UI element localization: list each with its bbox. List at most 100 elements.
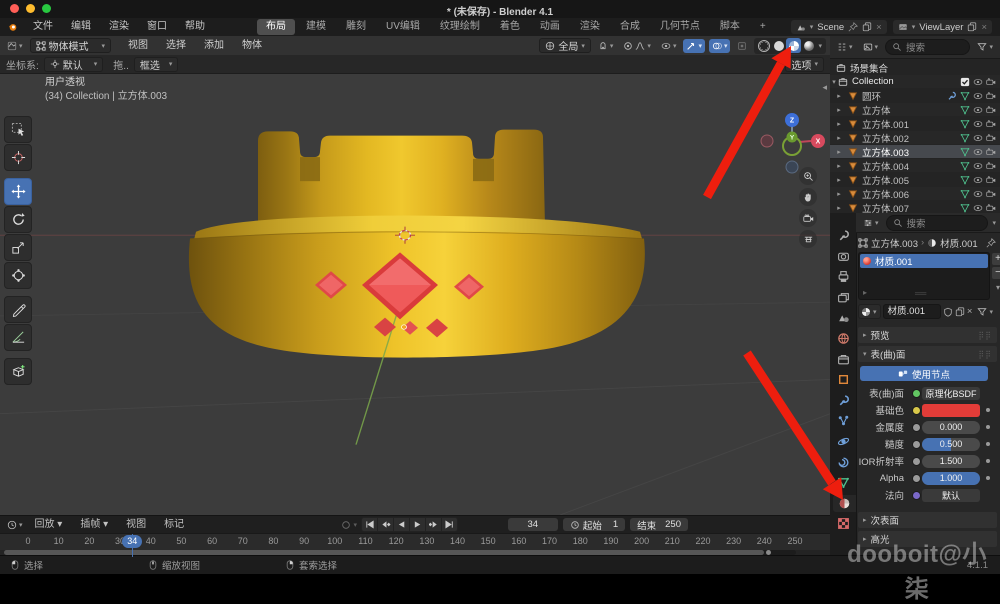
shading-dropdown[interactable]: ▾ xyxy=(816,42,824,50)
subsurface-panel-header[interactable]: ▸次表面 xyxy=(858,512,997,528)
viewport-menu-1[interactable]: 选择 xyxy=(157,37,195,55)
view-layer-properties-tab[interactable] xyxy=(833,289,853,306)
tool-properties-tab[interactable] xyxy=(833,227,853,244)
eye-icon[interactable] xyxy=(973,189,983,199)
breadcrumb-object[interactable]: 立方体.003 xyxy=(871,236,918,250)
jump-to-start-button[interactable] xyxy=(361,517,378,532)
options-dropdown[interactable]: 选项 ▾ xyxy=(785,57,824,72)
outliner-row-scene-collection[interactable]: 场景集合 xyxy=(830,61,1000,74)
property-value-IOR折射率[interactable]: 1.500 xyxy=(922,455,980,468)
rendered-shading-button[interactable] xyxy=(801,38,816,53)
camera-visibility-icon[interactable] xyxy=(986,91,996,101)
material-name-field[interactable]: 材质.001 xyxy=(883,304,941,319)
drag-mode-dropdown[interactable]: 框选 ▾ xyxy=(134,57,179,72)
timeline-editor[interactable]: ▾ 回放 ▾插帧 ▾视图标记 ▾ 34 起始1 结束250 0102030405… xyxy=(0,515,831,556)
current-frame-badge[interactable]: 34 xyxy=(122,535,142,548)
proportional-editing-button[interactable]: ▾ xyxy=(620,39,654,53)
rotate-tool[interactable] xyxy=(4,206,32,233)
viewport-menu-3[interactable]: 物体 xyxy=(233,37,271,55)
properties-options-dropdown[interactable]: ▾ xyxy=(992,219,996,227)
select-box-tool[interactable] xyxy=(4,116,32,143)
move-tool[interactable] xyxy=(4,178,32,205)
eye-icon[interactable] xyxy=(973,105,983,115)
use-nodes-button[interactable]: 使用节点 xyxy=(860,366,988,381)
navigation-gizmo[interactable]: Z Y X xyxy=(755,112,830,174)
outliner-filter-button[interactable]: ▾ xyxy=(974,40,996,54)
orientation-setting-dropdown[interactable]: 默认 ▾ xyxy=(44,57,104,72)
outliner-editor-type-button[interactable]: ▾ xyxy=(834,40,856,54)
outliner-row-立方体.002[interactable]: ▸立方体.002 xyxy=(830,131,1000,144)
outliner-row-立方体.001[interactable]: ▸立方体.001 xyxy=(830,117,1000,130)
pin-icon[interactable] xyxy=(848,22,858,32)
breadcrumb-material[interactable]: 材质.001 xyxy=(940,236,978,250)
properties-editor[interactable]: ▾ 搜索 ▾ 立方体.003 › 材质.001 材质.001 ▸ ══ + − … xyxy=(830,213,1000,555)
jump-to-end-button[interactable] xyxy=(441,517,458,532)
viewport-menu-0[interactable]: 视图 xyxy=(119,37,157,55)
material-slot-list[interactable]: 材质.001 ▸ ══ xyxy=(858,252,990,300)
prev-keyframe-button[interactable] xyxy=(377,517,394,532)
output-properties-tab[interactable] xyxy=(833,268,853,285)
camera-view-button[interactable] xyxy=(799,209,817,227)
workspace-tab-动画[interactable]: 动画 xyxy=(531,19,569,35)
timeline-editor-type-button[interactable]: ▾ xyxy=(4,518,26,532)
toggle-ortho-button[interactable] xyxy=(799,230,817,248)
annotate-tool[interactable] xyxy=(4,296,32,323)
eye-icon[interactable] xyxy=(973,77,983,87)
solid-shading-button[interactable] xyxy=(771,38,786,53)
show-overlays-button[interactable]: ▾ xyxy=(709,39,731,53)
world-properties-tab[interactable] xyxy=(833,330,853,347)
play-forward-button[interactable] xyxy=(409,517,426,532)
next-keyframe-button[interactable] xyxy=(425,517,442,532)
camera-visibility-icon[interactable] xyxy=(986,119,996,129)
wireframe-shading-button[interactable] xyxy=(756,38,771,53)
timeline-menu-0[interactable]: 回放 ▾ xyxy=(26,516,72,534)
blender-logo-icon[interactable] xyxy=(8,22,18,32)
workspace-tab-纹理绘制[interactable]: 纹理绘制 xyxy=(431,19,489,35)
workspace-tab-布局[interactable]: 布局 xyxy=(257,19,295,35)
sidebar-collapse-arrow[interactable]: ◂ xyxy=(822,82,827,93)
fake-user-shield-icon[interactable] xyxy=(943,307,953,317)
show-object-types-button[interactable]: ▾ xyxy=(658,39,680,53)
outliner-search-input[interactable]: 搜索 xyxy=(885,39,970,55)
property-value-金属度[interactable]: 0.000 xyxy=(922,421,980,434)
transform-orientation-selector[interactable]: 全局▾ xyxy=(539,38,591,53)
property-value-Alpha[interactable]: 1.000 xyxy=(922,472,980,485)
scale-tool[interactable] xyxy=(4,234,32,261)
unlink-material-icon[interactable]: × xyxy=(967,306,973,317)
transform-tool[interactable] xyxy=(4,262,32,289)
toggle-xray-button[interactable] xyxy=(734,39,750,53)
outliner-row-圆环[interactable]: ▸圆环 xyxy=(830,89,1000,102)
properties-editor-type-button[interactable]: ▾ xyxy=(860,216,882,230)
frame-start-field[interactable]: 起始1 xyxy=(563,518,625,531)
timeline-menu-1[interactable]: 插帧 ▾ xyxy=(71,516,117,534)
texture-properties-tab[interactable] xyxy=(833,515,853,532)
outliner-editor[interactable]: ▾ ▾ 搜索 ▾ 场景集合▾Collection▸圆环▸立方体▸立方体.001▸… xyxy=(830,36,1000,214)
material-slot-item[interactable]: 材质.001 xyxy=(860,254,988,268)
add-material-slot-button[interactable]: + xyxy=(992,253,1000,265)
3d-viewport[interactable]: ▾ 物体模式 ▾ 视图选择添加物体 全局▾ ▾ ▾ ▾ xyxy=(0,36,831,515)
list-resize-grip[interactable]: ══ xyxy=(915,289,926,298)
timeline-menu-3[interactable]: 标记 xyxy=(155,516,193,534)
new-viewlayer-icon[interactable] xyxy=(967,22,977,32)
surface-panel-header[interactable]: ▾表(曲)面⡿⡿ xyxy=(858,346,997,362)
add-cube-tool[interactable] xyxy=(4,358,32,385)
new-scene-icon[interactable] xyxy=(862,22,872,32)
animate-property-dot[interactable] xyxy=(986,459,990,463)
eye-icon[interactable] xyxy=(973,119,983,129)
eye-icon[interactable] xyxy=(973,203,983,213)
scene-properties-tab[interactable] xyxy=(833,309,853,326)
property-value-基础色[interactable] xyxy=(922,404,980,417)
specular-panel-header[interactable]: ▸高光 xyxy=(858,531,997,547)
play-reverse-button[interactable] xyxy=(393,517,410,532)
current-frame-field[interactable]: 34 xyxy=(508,518,558,531)
material-slot-specials-button[interactable]: ▾ xyxy=(992,283,1000,295)
property-value-法向[interactable]: 默认 xyxy=(922,489,980,502)
remove-material-slot-button[interactable]: − xyxy=(992,267,1000,279)
workspace-tab-着色[interactable]: 着色 xyxy=(491,19,529,35)
snap-button[interactable]: ▾ xyxy=(595,39,617,53)
cursor-tool[interactable] xyxy=(4,144,32,171)
outliner-row-collection[interactable]: ▾Collection xyxy=(830,75,1000,88)
workspace-tab-UV编辑[interactable]: UV编辑 xyxy=(377,19,429,35)
workspace-tab-建模[interactable]: 建模 xyxy=(297,19,335,35)
workspace-tab-几何节点[interactable]: 几何节点 xyxy=(651,19,709,35)
